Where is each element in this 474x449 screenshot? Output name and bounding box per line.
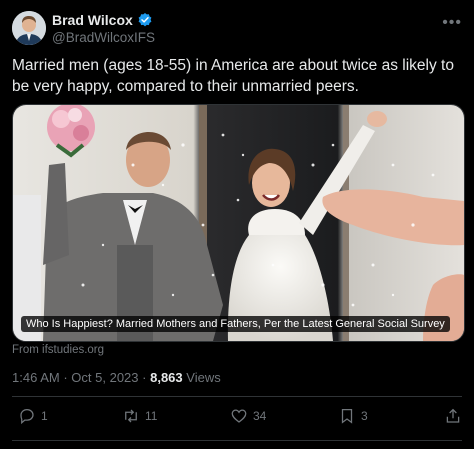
tweet-time[interactable]: 1:46 AM xyxy=(12,370,60,385)
avatar[interactable] xyxy=(12,11,46,45)
heart-icon xyxy=(231,409,247,423)
avatar-image xyxy=(12,11,46,45)
bookmark-count: 3 xyxy=(361,409,368,423)
tweet-date[interactable]: Oct 5, 2023 xyxy=(71,370,138,385)
wedding-photo xyxy=(13,105,464,341)
retweet-icon xyxy=(125,409,137,423)
reply-button[interactable]: 1 xyxy=(18,407,48,425)
meta-separator: · xyxy=(142,370,147,385)
action-bar: 1 11 34 3 xyxy=(12,407,462,429)
reply-count: 1 xyxy=(41,409,48,423)
views-label: Views xyxy=(186,370,221,385)
link-card-image[interactable]: Who Is Happiest? Married Mothers and Fat… xyxy=(12,104,465,342)
meta-separator: · xyxy=(63,370,68,385)
card-caption: Who Is Happiest? Married Mothers and Fat… xyxy=(21,316,450,332)
author-name-row: Brad Wilcox xyxy=(52,12,153,28)
tweet-meta: 1:46 AM · Oct 5, 2023 · 8,863 Views xyxy=(12,370,221,385)
tweet-text: Married men (ages 18-55) in America are … xyxy=(12,57,454,95)
views-count: 8,863 xyxy=(150,370,183,385)
verified-badge-icon xyxy=(138,13,152,27)
like-button[interactable]: 34 xyxy=(230,407,266,425)
author-name[interactable]: Brad Wilcox xyxy=(52,12,133,28)
like-count: 34 xyxy=(253,409,267,423)
ellipsis-icon[interactable]: ••• xyxy=(442,14,462,32)
share-icon xyxy=(446,408,460,423)
divider xyxy=(12,440,462,441)
reply-icon xyxy=(20,408,34,425)
author-handle[interactable]: @BradWilcoxIFS xyxy=(52,30,155,45)
bookmark-button[interactable]: 3 xyxy=(338,407,368,425)
bookmark-icon xyxy=(341,408,353,424)
divider xyxy=(12,396,462,397)
share-button[interactable] xyxy=(444,407,462,425)
retweet-count: 11 xyxy=(145,409,158,423)
card-source[interactable]: From ifstudies.org xyxy=(12,344,104,356)
retweet-button[interactable]: 11 xyxy=(122,407,157,425)
